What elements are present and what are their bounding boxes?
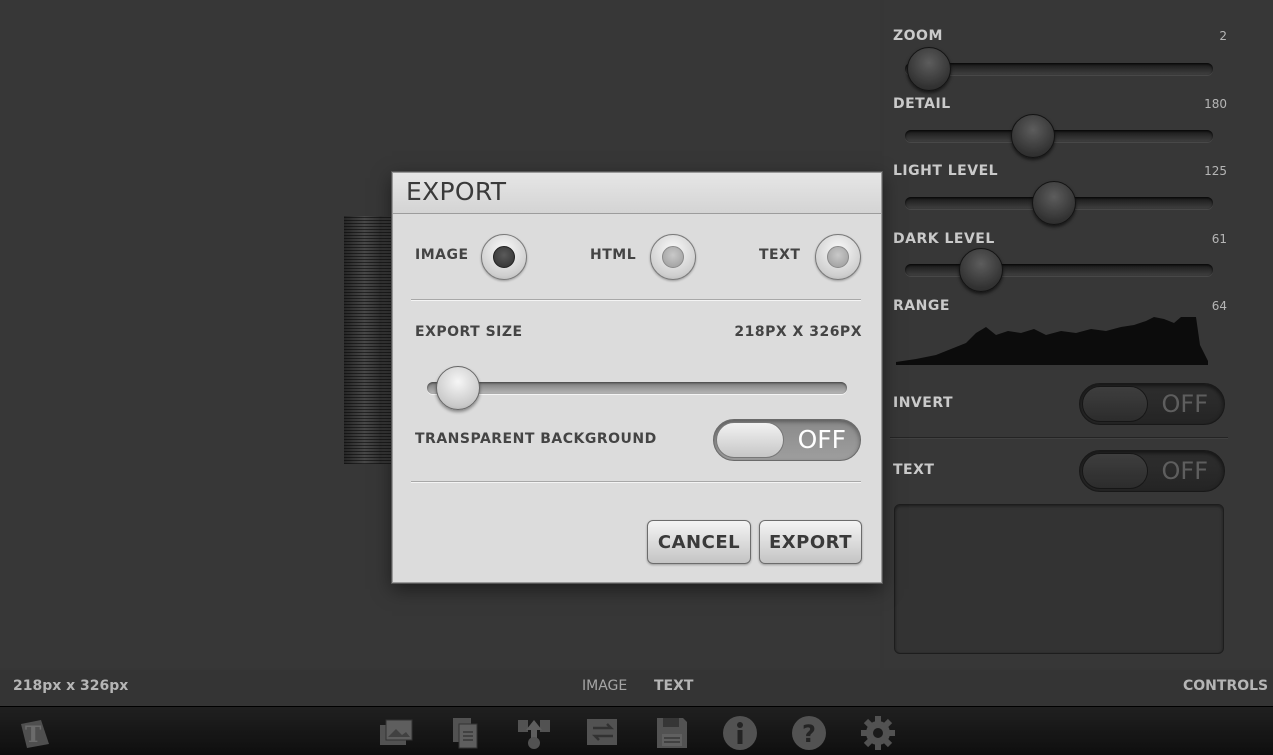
transparent-background-toggle-thumb (716, 422, 784, 458)
radio-dot (662, 246, 684, 268)
transparent-background-label: TRANSPARENT BACKGROUND (415, 431, 657, 447)
export-size-label: EXPORT SIZE (415, 324, 523, 340)
export-size-slider-track[interactable] (427, 382, 847, 394)
dialog-divider-top (411, 299, 861, 300)
transparent-background-state: OFF (797, 425, 846, 454)
transparent-background-toggle[interactable]: OFF (713, 419, 861, 461)
dialog-title: EXPORT (393, 173, 881, 214)
option-text-label: TEXT (759, 247, 801, 263)
export-button[interactable]: EXPORT (759, 520, 862, 564)
option-html-radio[interactable] (650, 234, 696, 280)
option-image-radio[interactable] (481, 234, 527, 280)
export-size-slider-knob[interactable] (436, 366, 480, 410)
option-html-label: HTML (590, 247, 637, 263)
export-dialog: EXPORT IMAGE HTML TEXT EXPORT SIZE 218PX… (392, 172, 882, 583)
option-image-label: IMAGE (415, 247, 469, 263)
radio-dot (493, 246, 515, 268)
dialog-divider-bottom (411, 481, 861, 482)
option-text-radio[interactable] (815, 234, 861, 280)
export-size-value: 218PX X 326PX (734, 324, 862, 340)
radio-dot (827, 246, 849, 268)
cancel-button[interactable]: CANCEL (647, 520, 751, 564)
